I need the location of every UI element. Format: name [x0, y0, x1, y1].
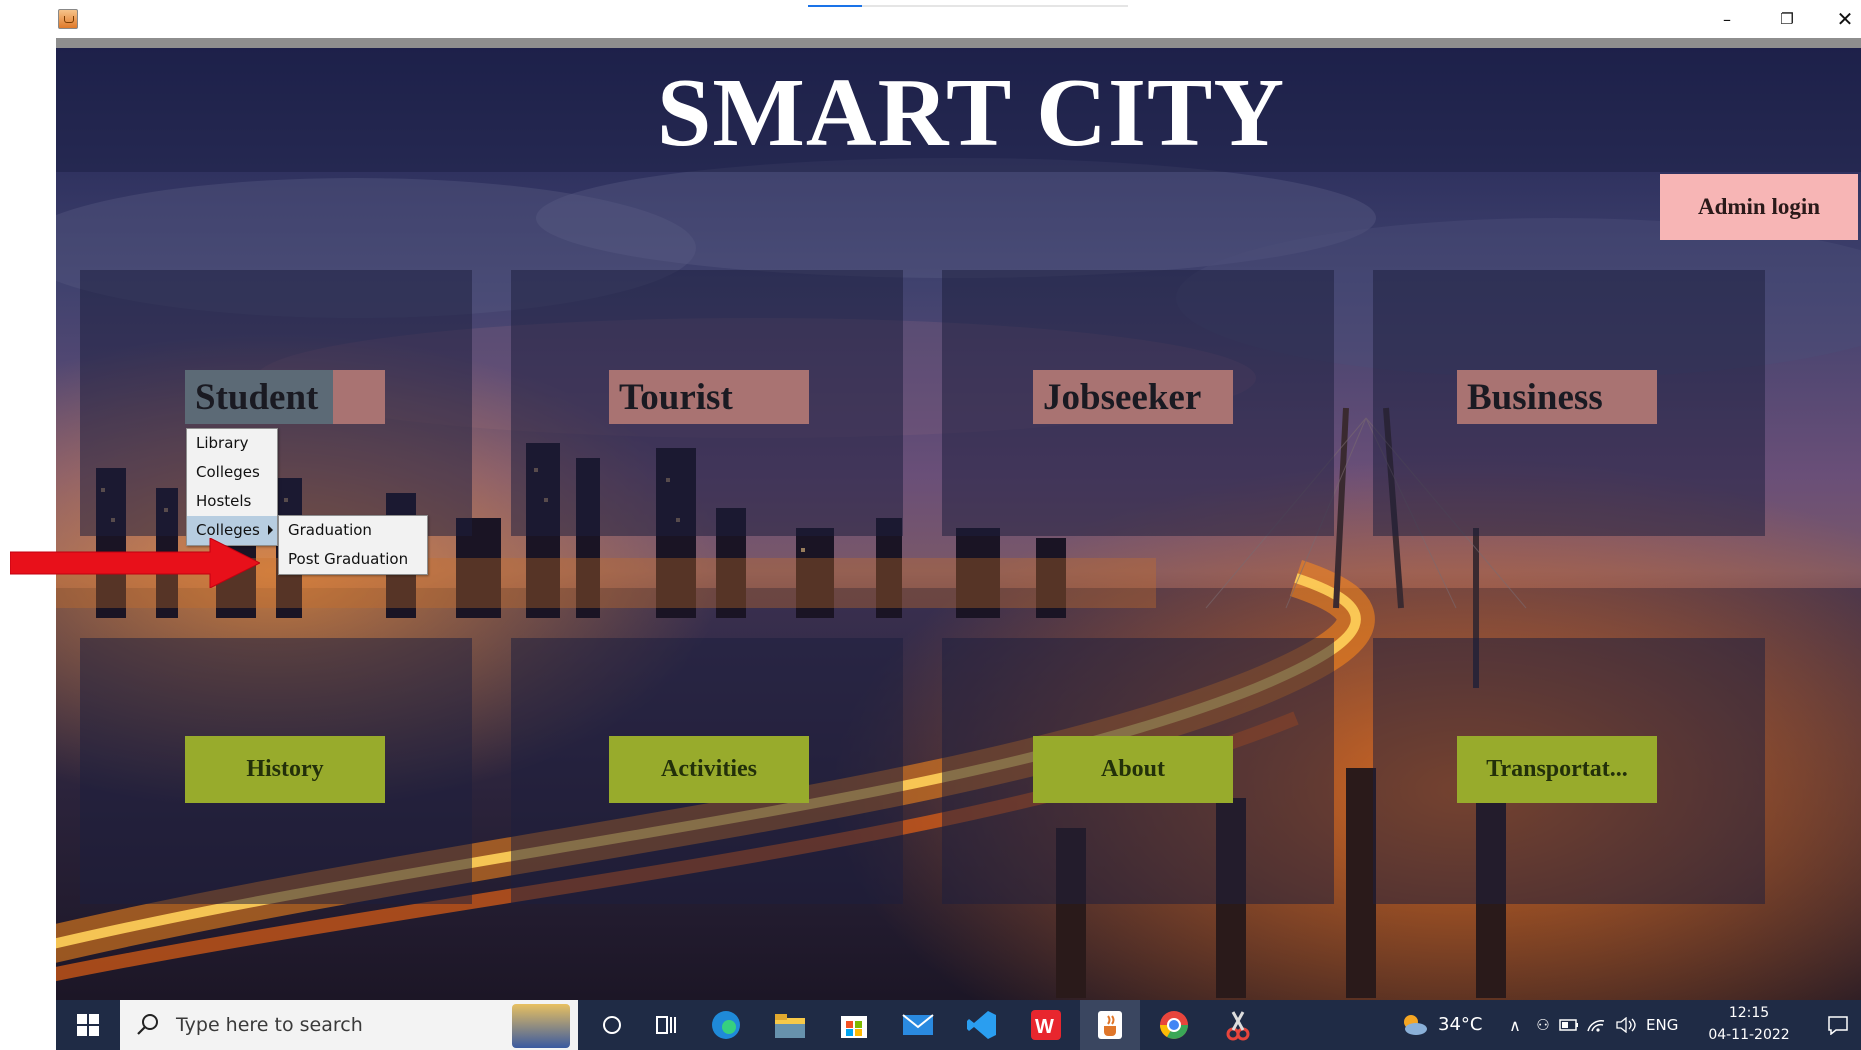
language-indicator[interactable]: ENG [1646, 1016, 1678, 1034]
show-hidden-icons-icon[interactable]: ∧ [1502, 1000, 1528, 1050]
search-icon [137, 1014, 158, 1035]
wps-office-icon[interactable]: W [1016, 1000, 1076, 1050]
wifi-icon[interactable] [1582, 1000, 1610, 1050]
business-button[interactable]: Business [1457, 370, 1657, 424]
window-border [56, 38, 1861, 48]
window-titlebar: – ❐ ✕ [0, 0, 1861, 38]
meet-now-icon[interactable]: ⚇ [1530, 1000, 1556, 1050]
minimize-button[interactable]: – [1712, 6, 1742, 32]
taskbar: Type here to search W 34°C ∧ ⚇ ENG 12:15… [56, 1000, 1861, 1050]
title-progress [808, 5, 1128, 7]
menu-item-hostels[interactable]: Hostels [187, 487, 277, 516]
search-highlight-icon [512, 1004, 570, 1048]
windows-logo-icon [77, 1014, 99, 1036]
volume-icon[interactable] [1612, 1000, 1640, 1050]
app-window: SMART CITY Admin login Student Tourist J… [56, 38, 1861, 1000]
task-view-icon[interactable] [640, 1000, 692, 1050]
submenu-arrow-icon [268, 525, 273, 535]
menu-item-colleges[interactable]: Colleges [187, 458, 277, 487]
store-icon[interactable] [824, 1000, 884, 1050]
activities-button[interactable]: Activities [609, 736, 809, 803]
mail-icon[interactable] [888, 1000, 948, 1050]
taskbar-search-box[interactable]: Type here to search [120, 1000, 578, 1050]
jobseeker-button[interactable]: Jobseeker [1033, 370, 1233, 424]
clock-date[interactable]: 04-11-2022 [1702, 1027, 1796, 1043]
snipping-tool-icon[interactable] [1208, 1000, 1268, 1050]
start-button[interactable] [56, 1000, 120, 1050]
clock-time[interactable]: 12:15 [1712, 1005, 1786, 1021]
menu-item-label: Colleges [196, 521, 260, 539]
battery-icon[interactable] [1556, 1000, 1582, 1050]
vscode-icon[interactable] [952, 1000, 1012, 1050]
transportation-button[interactable]: Transportat... [1457, 736, 1657, 803]
menu-item-post-graduation[interactable]: Post Graduation [279, 545, 427, 574]
cortana-icon[interactable] [586, 1000, 638, 1050]
history-button[interactable]: History [185, 736, 385, 803]
search-placeholder: Type here to search [176, 1014, 363, 1036]
menu-item-graduation[interactable]: Graduation [279, 516, 427, 545]
file-explorer-icon[interactable] [760, 1000, 820, 1050]
weather-icon[interactable] [1396, 1000, 1432, 1050]
student-menu: Library Colleges Hostels Colleges [186, 428, 278, 546]
edge-icon[interactable] [696, 1000, 756, 1050]
close-button[interactable]: ✕ [1830, 6, 1860, 32]
restore-button[interactable]: ❐ [1772, 6, 1802, 32]
menu-item-library[interactable]: Library [187, 429, 277, 458]
about-button[interactable]: About [1033, 736, 1233, 803]
svg-text:W: W [1035, 1016, 1054, 1038]
app-title: SMART CITY [656, 59, 1286, 167]
colleges-submenu: Graduation Post Graduation [278, 515, 428, 575]
chrome-icon[interactable] [1144, 1000, 1204, 1050]
java-app-icon[interactable] [1080, 1000, 1140, 1050]
annotation-arrow-icon [10, 538, 260, 588]
tourist-button[interactable]: Tourist [609, 370, 809, 424]
notification-center-icon[interactable] [1818, 1000, 1858, 1050]
student-button[interactable]: Student [185, 370, 385, 424]
java-app-icon [58, 9, 78, 29]
weather-temperature[interactable]: 34°C [1438, 1014, 1482, 1035]
admin-login-button[interactable]: Admin login [1660, 174, 1858, 240]
